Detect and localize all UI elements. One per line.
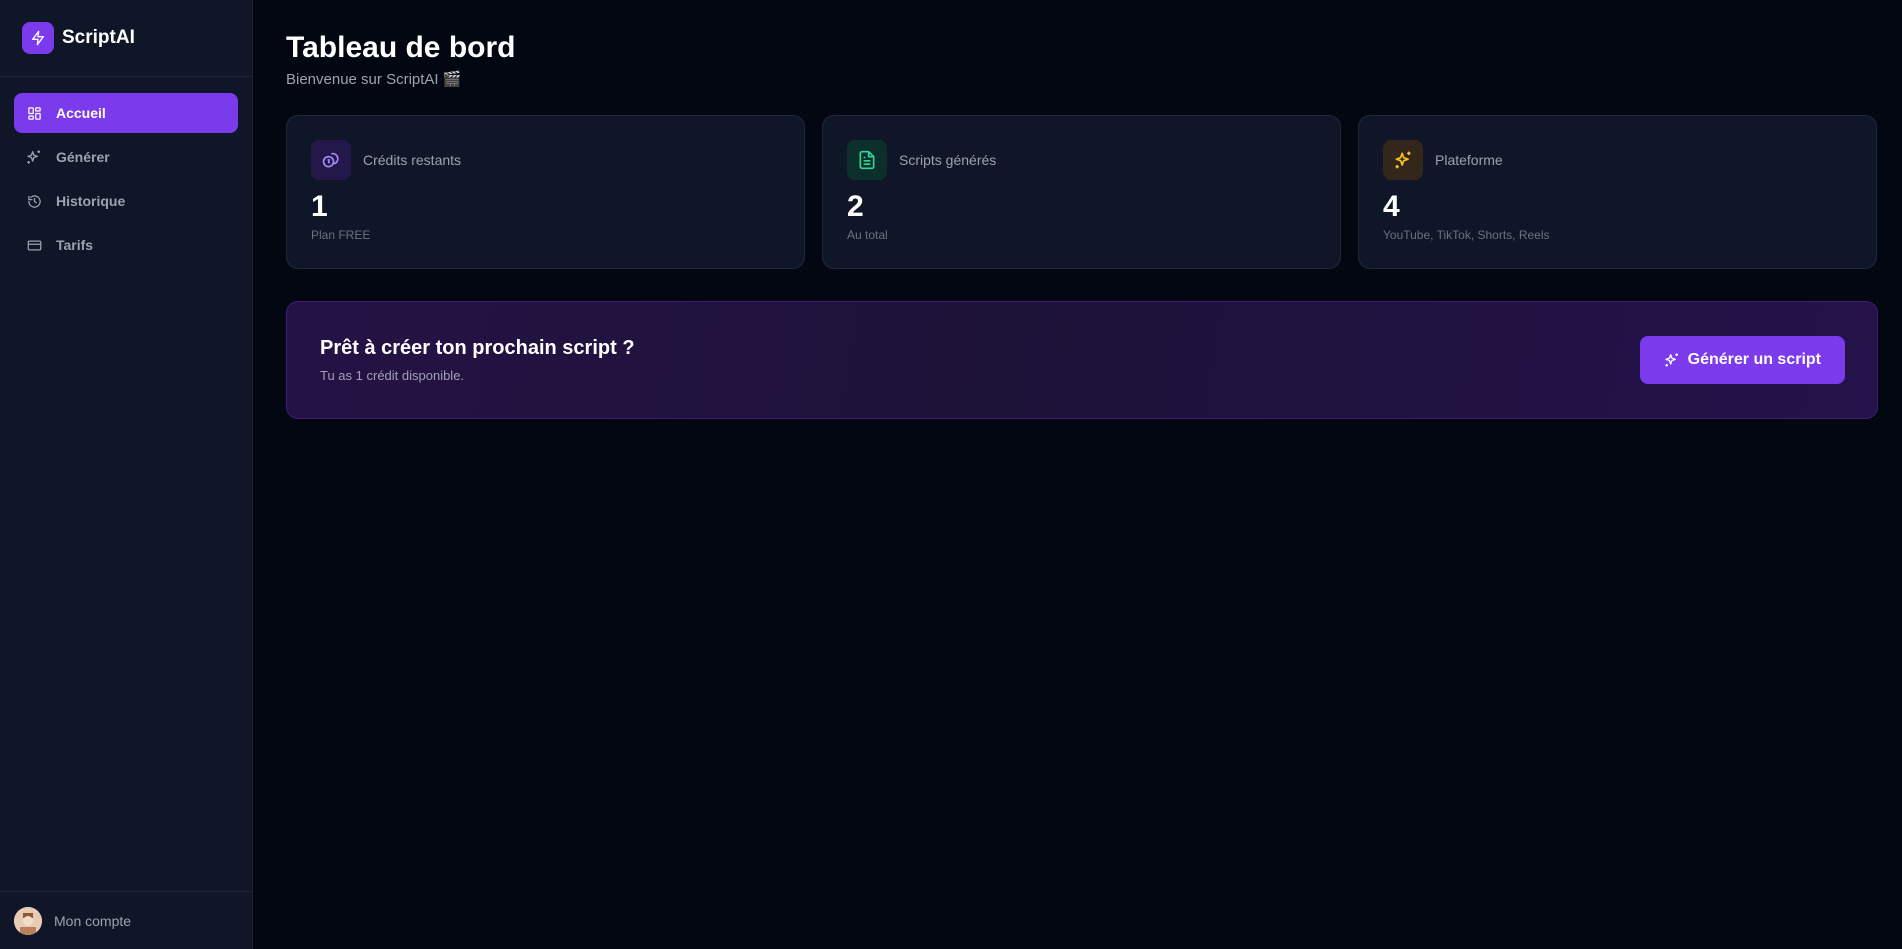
cta-text: Prêt à créer ton prochain script ? Tu as… xyxy=(320,337,635,383)
stat-note: Au total xyxy=(847,228,888,242)
sidebar-nav: Accueil Générer Historique Tarifs xyxy=(0,77,252,265)
sidebar-item-accueil[interactable]: Accueil xyxy=(14,93,238,133)
sparkles-icon xyxy=(26,149,42,165)
sparkles-icon xyxy=(1664,352,1680,368)
stat-card-credits: Crédits restants 1 Plan FREE xyxy=(286,115,805,269)
main-content: Tableau de bord Bienvenue sur ScriptAI 🎬… xyxy=(286,0,1878,419)
sidebar-item-historique[interactable]: Historique xyxy=(14,181,238,221)
brand-name: ScriptAI xyxy=(62,27,135,48)
coins-icon xyxy=(311,140,351,180)
stat-value: 4 xyxy=(1383,190,1400,223)
sparkles-icon xyxy=(1383,140,1423,180)
stat-value: 2 xyxy=(847,190,864,223)
stats-row: Crédits restants 1 Plan FREE Scripts gén… xyxy=(286,115,1878,269)
cta-banner: Prêt à créer ton prochain script ? Tu as… xyxy=(286,301,1878,419)
account-menu[interactable]: Mon compte xyxy=(0,891,253,949)
stat-value: 1 xyxy=(311,190,328,223)
cta-title: Prêt à créer ton prochain script ? xyxy=(320,337,635,359)
account-label: Mon compte xyxy=(54,912,132,929)
page-title: Tableau de bord xyxy=(286,31,516,64)
sidebar-item-label: Accueil xyxy=(56,105,106,121)
stat-label: Plateforme xyxy=(1435,152,1503,168)
stat-card-scripts: Scripts générés 2 Au total xyxy=(822,115,1341,269)
stat-card-plateforme: Plateforme 4 YouTube, TikTok, Shorts, Re… xyxy=(1358,115,1877,269)
sidebar-item-tarifs[interactable]: Tarifs xyxy=(14,225,238,265)
brand[interactable]: ScriptAI xyxy=(0,0,252,77)
sidebar-item-label: Générer xyxy=(56,149,110,165)
cta-subtitle: Tu as 1 crédit disponible. xyxy=(320,368,465,383)
credit-card-icon xyxy=(26,237,42,253)
stat-note: YouTube, TikTok, Shorts, Reels xyxy=(1383,228,1550,242)
generate-script-label: Générer un script xyxy=(1687,351,1821,368)
history-icon xyxy=(26,193,42,209)
avatar xyxy=(14,906,42,935)
sidebar: ScriptAI Accueil Générer Historique Tari… xyxy=(0,0,253,949)
lightning-icon xyxy=(22,22,54,54)
sidebar-item-label: Historique xyxy=(56,193,126,209)
generate-script-button[interactable]: Générer un script xyxy=(1639,336,1845,384)
stat-label: Scripts générés xyxy=(899,152,997,168)
sidebar-item-generer[interactable]: Générer xyxy=(14,137,238,177)
document-icon xyxy=(847,140,887,180)
dashboard-grid-icon xyxy=(26,105,42,121)
page-subtitle: Bienvenue sur ScriptAI 🎬 xyxy=(286,71,462,88)
stat-label: Crédits restants xyxy=(363,152,462,168)
stat-note: Plan FREE xyxy=(311,228,371,242)
sidebar-item-label: Tarifs xyxy=(56,237,94,253)
